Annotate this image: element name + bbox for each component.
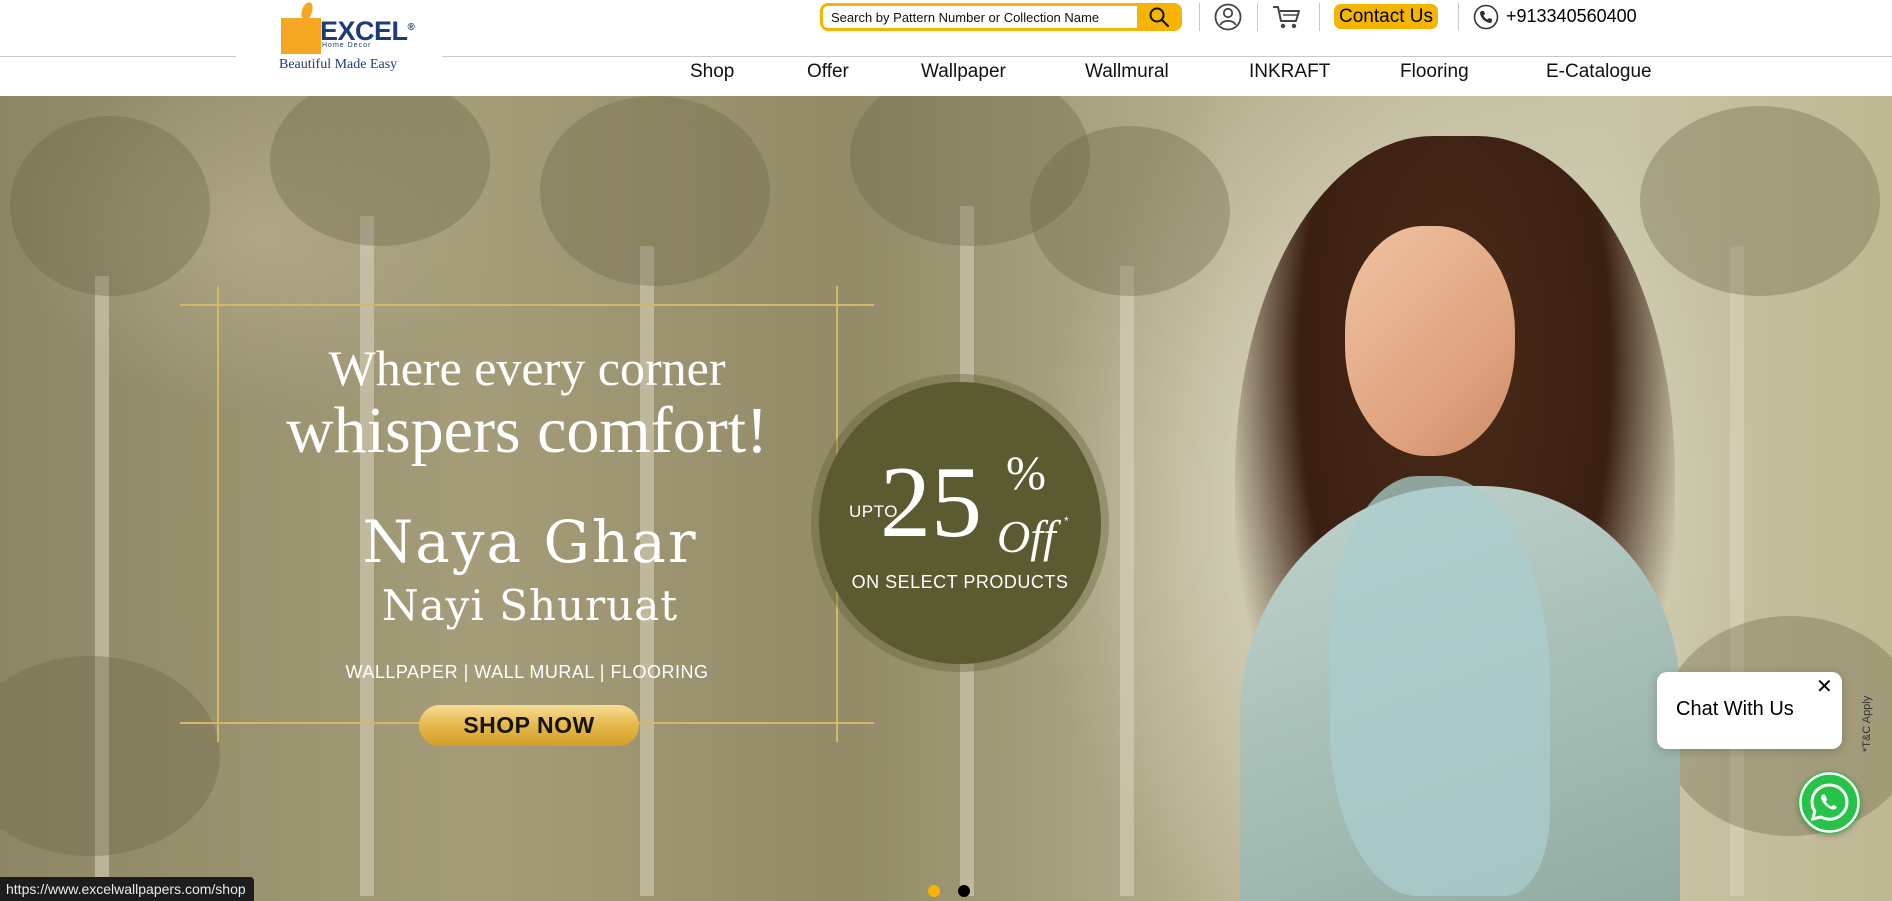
hero-script-line1: Naya Ghar bbox=[362, 508, 698, 576]
header-separator bbox=[1257, 3, 1258, 31]
offer-percent: % bbox=[1006, 447, 1046, 500]
offer-suffix: Off bbox=[997, 511, 1056, 562]
header-separator bbox=[1319, 3, 1320, 31]
contact-us-button[interactable]: Contact Us bbox=[1334, 4, 1438, 29]
model-face bbox=[1345, 226, 1515, 456]
whatsapp-button[interactable] bbox=[1798, 771, 1861, 834]
hero-script-line2: Nayi Shuruat bbox=[381, 581, 679, 630]
close-icon[interactable]: ✕ bbox=[1816, 677, 1833, 697]
carousel-dot[interactable] bbox=[958, 885, 970, 897]
palm-canopy bbox=[270, 96, 490, 246]
shop-now-button[interactable]: SHOP NOW bbox=[419, 705, 639, 746]
header-separator bbox=[1199, 3, 1200, 31]
offer-note: ON SELECT PRODUCTS bbox=[851, 572, 1069, 592]
brand-logo[interactable]: EXCEL® Home Decor Beautiful Made Easy bbox=[236, 0, 442, 80]
phone-number[interactable]: +913340560400 bbox=[1506, 5, 1637, 27]
logo-mark-icon bbox=[281, 18, 321, 54]
chat-label[interactable]: Chat With Us bbox=[1676, 698, 1794, 721]
palm-canopy bbox=[1640, 106, 1880, 296]
model-dupatta bbox=[1330, 476, 1550, 896]
search-input[interactable] bbox=[823, 6, 1139, 28]
palm-canopy bbox=[10, 116, 210, 296]
cart-icon[interactable] bbox=[1272, 4, 1302, 35]
palm-canopy bbox=[0, 656, 220, 856]
nav-item-e-catalogue[interactable]: E-Catalogue bbox=[1546, 60, 1652, 84]
search-button[interactable] bbox=[1137, 6, 1179, 28]
nav-item-flooring[interactable]: Flooring bbox=[1400, 60, 1469, 84]
carousel-dot-active[interactable] bbox=[928, 885, 940, 897]
search-icon bbox=[1149, 7, 1170, 27]
terms-note: *T&C Apply bbox=[1861, 695, 1873, 752]
frame-line bbox=[180, 304, 874, 306]
hero-categories: WALLPAPER | WALL MURAL | FLOORING bbox=[345, 662, 709, 682]
site-header: EXCEL® Home Decor Beautiful Made Easy Co… bbox=[0, 0, 1892, 96]
nav-item-shop[interactable]: Shop bbox=[690, 60, 734, 84]
hero-headline-line2: whispers comfort! bbox=[285, 394, 769, 467]
palm-canopy bbox=[540, 96, 770, 286]
header-separator bbox=[1458, 3, 1459, 31]
offer-value: 25 bbox=[880, 446, 982, 559]
phone-icon[interactable] bbox=[1473, 4, 1499, 35]
offer-asterisk: * bbox=[1064, 514, 1069, 528]
nav-item-offer[interactable]: Offer bbox=[807, 60, 849, 84]
nav-item-wallmural[interactable]: Wallmural bbox=[1085, 60, 1169, 84]
logo-subtext: Home Decor bbox=[322, 42, 372, 49]
nav-item-inkraft[interactable]: INKRAFT bbox=[1249, 60, 1330, 84]
logo-tagline: Beautiful Made Easy bbox=[279, 57, 398, 72]
user-icon[interactable] bbox=[1214, 3, 1242, 36]
nav-item-wallpaper[interactable]: Wallpaper bbox=[921, 60, 1006, 84]
whatsapp-icon bbox=[1799, 772, 1860, 833]
hero-headline-line1: Where every corner bbox=[328, 340, 726, 396]
palm-trunk bbox=[1120, 266, 1134, 896]
palm-canopy bbox=[1030, 126, 1230, 296]
search-box bbox=[820, 3, 1182, 31]
status-bar-url: https://www.excelwallpapers.com/shop bbox=[0, 877, 254, 901]
